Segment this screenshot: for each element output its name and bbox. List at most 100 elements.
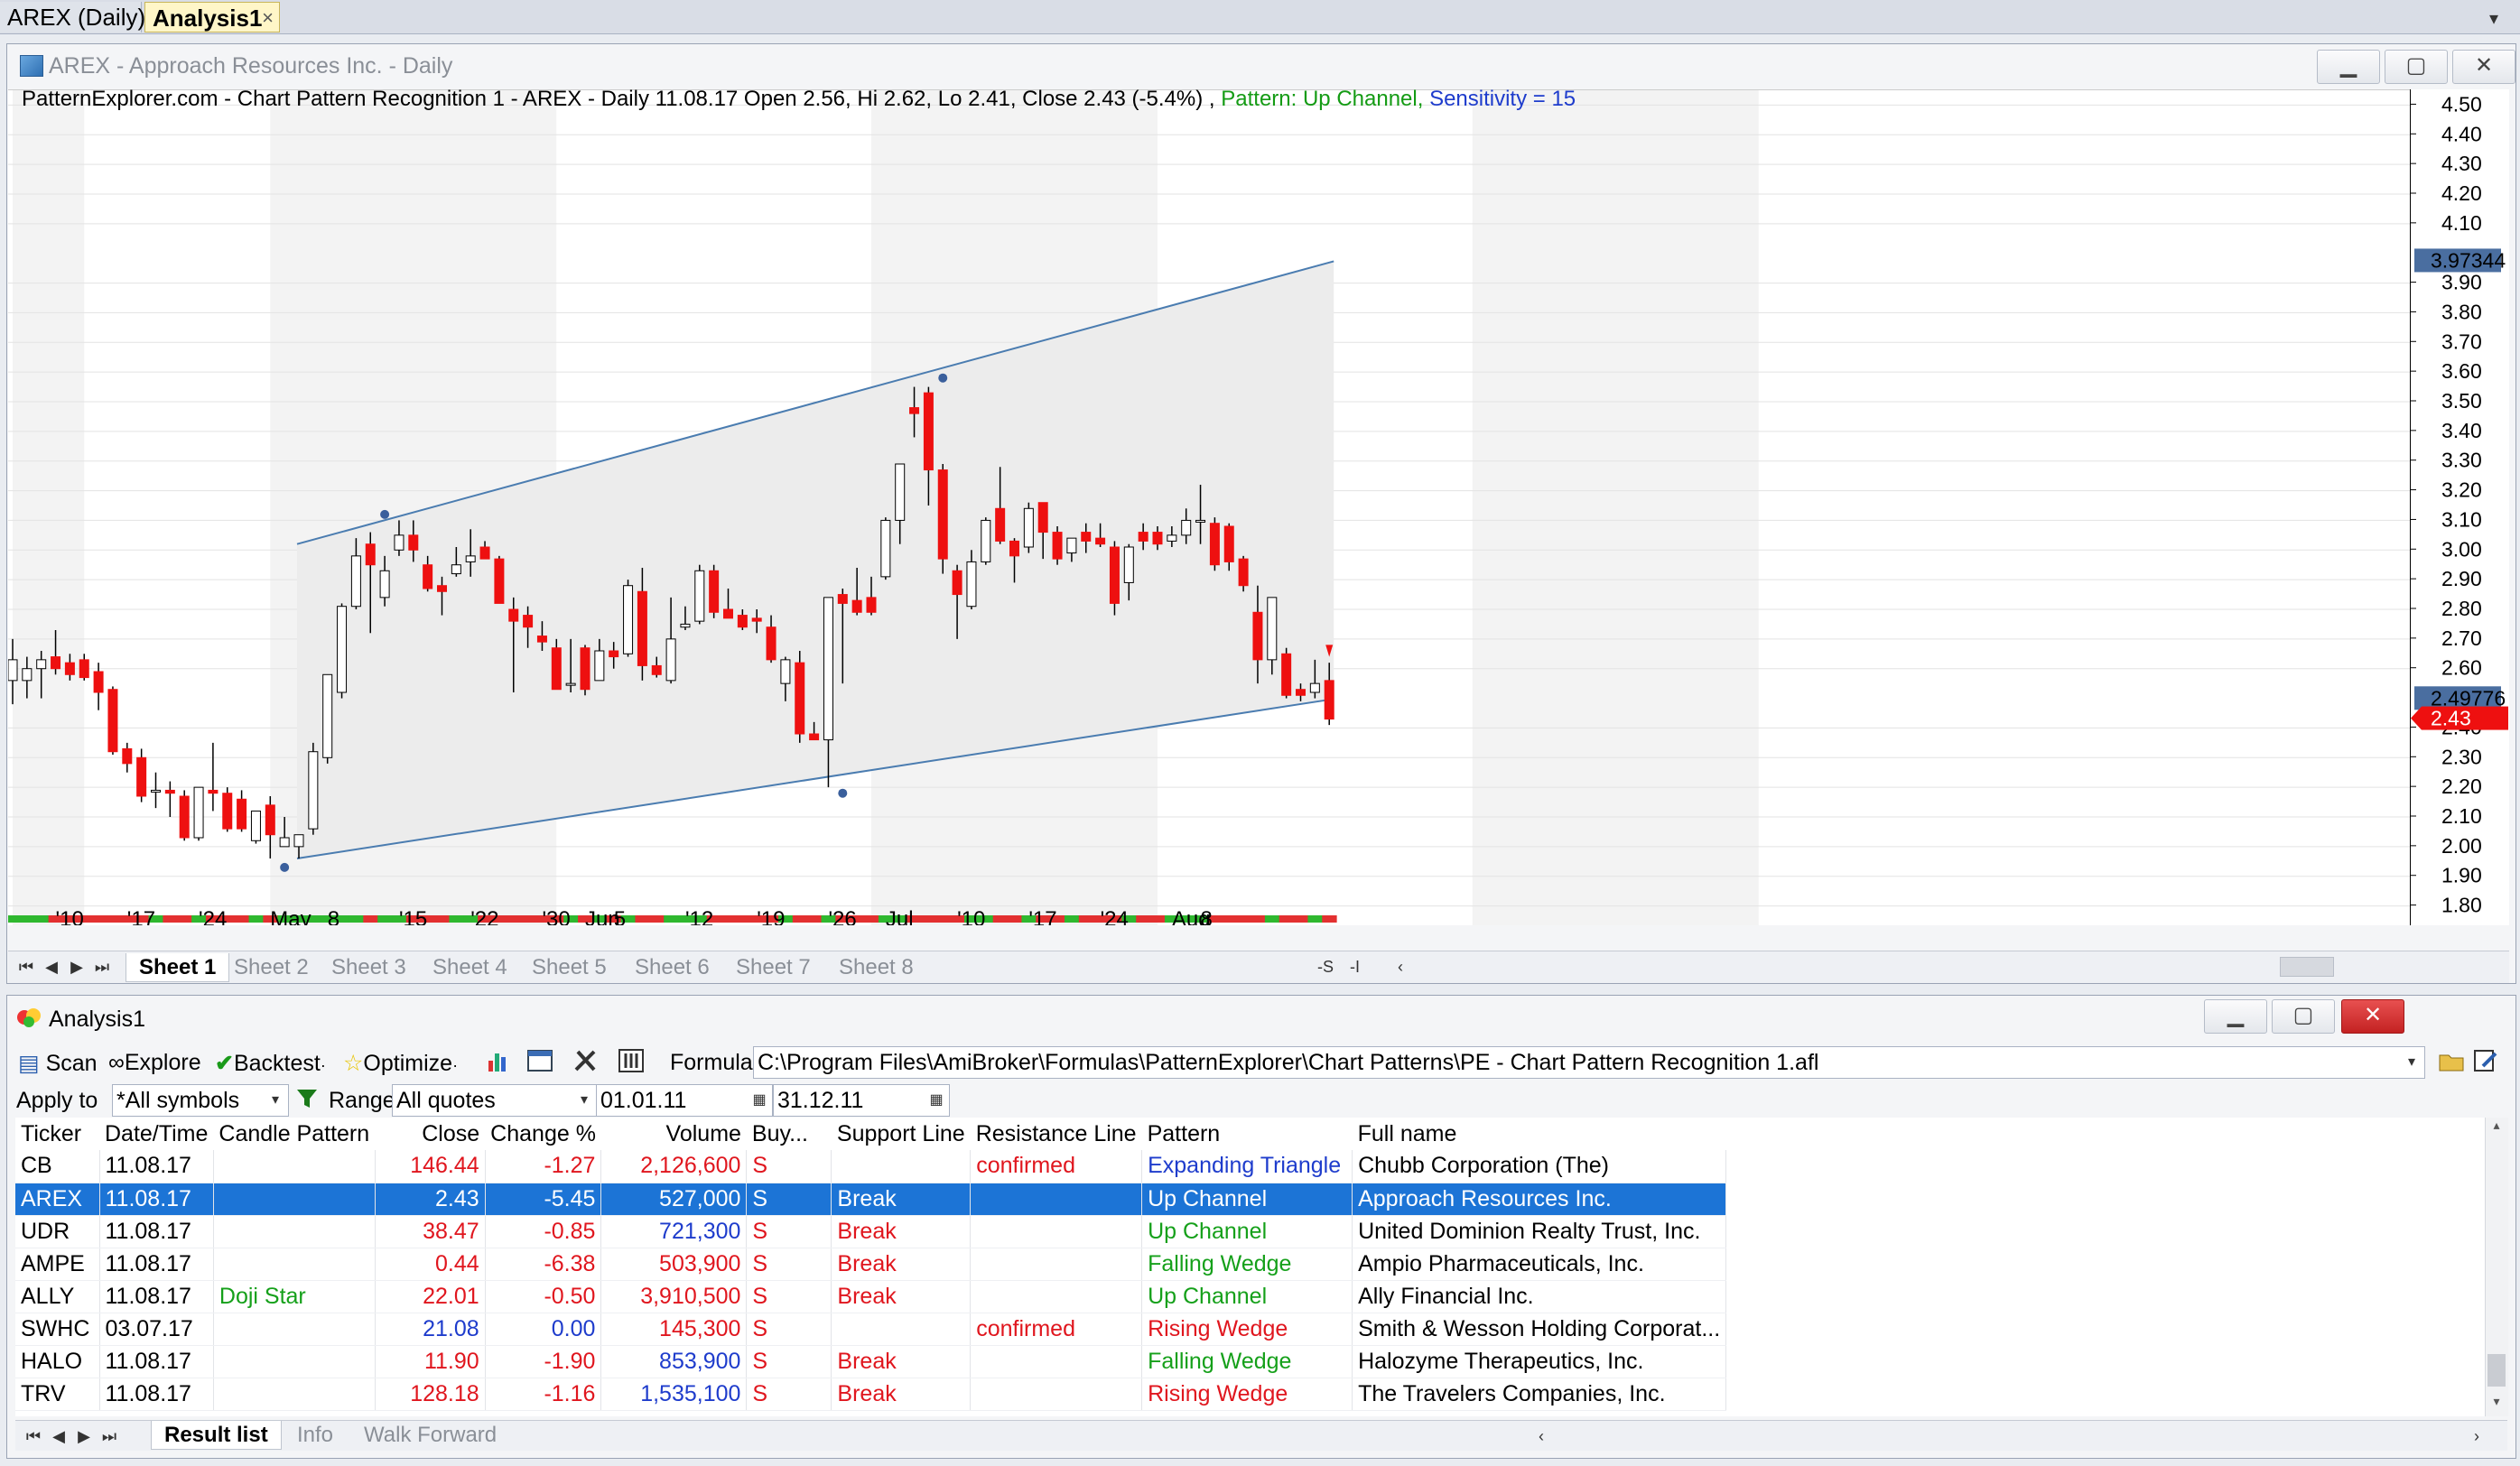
column-header-pattern[interactable]: Pattern xyxy=(1141,1118,1353,1150)
cell-change: -1.90 xyxy=(485,1345,602,1378)
column-header-date[interactable]: Date/Time xyxy=(99,1118,214,1150)
table-row[interactable]: HALO 11.08.17 11.90 -1.90 853,900 S Break Falli… xyxy=(15,1345,1727,1378)
table-row[interactable]: SWHC 03.07.17 21.08 0.00 145,300 Sconfirmed Ri… xyxy=(15,1313,1727,1346)
last-tab-icon[interactable]: ⏭ xyxy=(97,1424,122,1449)
bottom-scroll-right-icon[interactable]: › xyxy=(2464,1424,2489,1449)
filter-icon[interactable] xyxy=(294,1086,320,1118)
column-header-buy[interactable]: Buy... xyxy=(746,1118,832,1150)
column-header-candle[interactable]: Candle Pattern xyxy=(213,1118,376,1150)
candle-body xyxy=(365,543,376,566)
chart-info-pattern: Pattern: Up Channel, xyxy=(1221,87,1424,111)
results-table[interactable]: Ticker Date/Time Candle Pattern Close Change… xyxy=(15,1118,2498,1416)
tab-chart-arex[interactable]: AREX (Daily) xyxy=(0,2,145,32)
results-vertical-scrollbar[interactable]: ▴ ▾ xyxy=(2485,1118,2508,1416)
tab-walk-forward[interactable]: Walk Forward xyxy=(351,1421,509,1450)
settings-tools-icon[interactable] xyxy=(572,1048,600,1080)
result-list-grid[interactable]: Ticker Date/Time Candle Pattern Close Change… xyxy=(15,1118,1727,1411)
sheet-tab-5[interactable]: Sheet 5 xyxy=(519,953,619,982)
table-row[interactable]: TRV 11.08.17 128.18 -1.16 1,535,100 S Break Ris… xyxy=(15,1378,1727,1411)
next-tab-icon[interactable]: ▶ xyxy=(71,1424,97,1449)
table-row[interactable]: ALLY 11.08.17 Doji Star 22.01 -0.50 3,910,500… xyxy=(15,1280,1727,1313)
table-row[interactable]: AREX 11.08.17 2.43 -5.45 527,000 S Break Up Cha… xyxy=(15,1183,1727,1216)
price-chart-svg[interactable]: '10'17'24 May 8'15'22'30 Jun5'12'19'26 Jul '1… xyxy=(8,90,2410,925)
from-date-field[interactable]: 01.01.11 ▦ xyxy=(596,1084,773,1117)
scroll-down-icon[interactable]: ▾ xyxy=(2487,1394,2506,1414)
column-header-name[interactable]: Full name xyxy=(1352,1118,1726,1150)
analysis-maximize-button[interactable]: ▢ xyxy=(2272,999,2335,1034)
horizontal-scroll-thumb[interactable] xyxy=(2280,957,2334,977)
prev-tab-icon[interactable]: ◀ xyxy=(46,1424,71,1449)
trend-strip-segment xyxy=(1293,915,1308,923)
edit-formula-icon[interactable] xyxy=(2472,1048,2499,1080)
analysis-window-title: Analysis1 xyxy=(49,1007,145,1032)
column-header-close[interactable]: Close xyxy=(375,1118,486,1150)
range-select[interactable]: All quotes ▾ xyxy=(392,1084,598,1117)
cell-buy: S xyxy=(746,1345,832,1378)
date-tick-label: Jul xyxy=(886,907,914,925)
column-header-ticker[interactable]: Ticker xyxy=(15,1118,99,1150)
report-chart-icon[interactable] xyxy=(486,1048,511,1080)
next-sheet-icon[interactable]: ▶ xyxy=(64,954,89,979)
sheet-tab-6[interactable]: Sheet 6 xyxy=(622,953,722,982)
table-row[interactable]: CB 11.08.17 146.44 -1.27 2,126,600 Sconfirmed… xyxy=(15,1150,1727,1183)
table-row[interactable]: AMPE 11.08.17 0.44 -6.38 503,900 S Break Fallin… xyxy=(15,1248,1727,1281)
column-header-volume[interactable]: Volume xyxy=(600,1118,747,1150)
sheet-tab-2[interactable]: Sheet 2 xyxy=(221,953,321,982)
optimize-button[interactable]: ☆Optimize· xyxy=(343,1050,458,1077)
open-formula-icon[interactable] xyxy=(2438,1048,2465,1080)
prev-sheet-icon[interactable]: ◀ xyxy=(39,954,64,979)
sheet-tab-3[interactable]: Sheet 3 xyxy=(319,953,419,982)
scroll-left-icon[interactable]: ‹ xyxy=(1388,954,1413,979)
tab-analysis1[interactable]: Analysis1 × xyxy=(144,2,280,32)
column-header-resistance[interactable]: Resistance Line xyxy=(970,1118,1142,1150)
minimize-button[interactable]: ▁ xyxy=(2317,50,2380,84)
column-header-support[interactable]: Support Line xyxy=(831,1118,971,1150)
explore-button[interactable]: ∞Explore xyxy=(108,1050,201,1076)
to-date-field[interactable]: 31.12.11 ▦ xyxy=(773,1084,950,1117)
close-button[interactable]: ✕ xyxy=(2452,50,2515,84)
parameters-icon[interactable] xyxy=(618,1048,645,1080)
range-dropdown-icon[interactable]: ▾ xyxy=(573,1087,595,1114)
tab-result-list[interactable]: Result list xyxy=(151,1421,282,1450)
first-tab-icon[interactable]: ⏮ xyxy=(21,1424,46,1449)
optimize-dropdown-icon[interactable]: · xyxy=(452,1056,458,1074)
tab-info[interactable]: Info xyxy=(284,1421,346,1450)
formula-dropdown-icon[interactable]: ▾ xyxy=(2401,1049,2422,1076)
from-date-calendar-icon[interactable]: ▦ xyxy=(749,1087,770,1114)
sheet-extra-i[interactable]: -I xyxy=(1350,954,1360,979)
trend-strip-segment xyxy=(363,915,378,923)
last-sheet-icon[interactable]: ⏭ xyxy=(89,954,115,979)
sheet-tab-7[interactable]: Sheet 7 xyxy=(723,953,823,982)
table-row[interactable]: UDR 11.08.17 38.47 -0.85 721,300 S Break Up Cha… xyxy=(15,1215,1727,1248)
price-axis: 4.50 4.40 4.30 4.20 4.10 3.90 3.80 3.70 3.60 3.50… xyxy=(2410,89,2509,925)
scroll-up-icon[interactable]: ▴ xyxy=(2487,1118,2506,1137)
candle-body xyxy=(723,608,733,619)
trend-strip-segment xyxy=(163,915,178,923)
cell-volume: 721,300 xyxy=(600,1215,748,1248)
scan-button[interactable]: ▤ Scan xyxy=(18,1050,98,1077)
sheet-tab-8[interactable]: Sheet 8 xyxy=(826,953,926,982)
apply-to-dropdown-icon[interactable]: ▾ xyxy=(265,1087,286,1114)
backtest-button[interactable]: ✔Backtest· xyxy=(215,1050,326,1077)
first-sheet-icon[interactable]: ⏮ xyxy=(14,954,39,979)
price-tick-label: 2.30 xyxy=(2441,745,2482,768)
bottom-scroll-left-icon[interactable]: ‹ xyxy=(1529,1424,1554,1449)
cell-ticker: HALO xyxy=(15,1345,100,1378)
layout-icon[interactable] xyxy=(526,1048,553,1080)
analysis-minimize-button[interactable]: ▁ xyxy=(2204,999,2267,1034)
sheet-tab-1[interactable]: Sheet 1 xyxy=(126,953,230,982)
close-tab-icon[interactable]: × xyxy=(262,3,274,33)
analysis-close-button[interactable]: ✕ xyxy=(2341,999,2404,1034)
sheet-tab-4[interactable]: Sheet 4 xyxy=(420,953,520,982)
apply-to-select[interactable]: *All symbols ▾ xyxy=(112,1084,289,1117)
backtest-dropdown-icon[interactable]: · xyxy=(321,1056,326,1074)
price-chart-plot[interactable]: '10'17'24 May 8'15'22'30 Jun 5'12'19'26 Jul '1… xyxy=(8,89,2410,925)
sheet-extra-s[interactable]: -S xyxy=(1317,954,1334,979)
tab-list-chevron-icon[interactable]: ▾ xyxy=(2489,7,2498,30)
results-scroll-thumb[interactable] xyxy=(2487,1354,2506,1387)
maximize-button[interactable]: ▢ xyxy=(2385,50,2448,84)
cell-candle xyxy=(213,1248,376,1281)
column-header-change[interactable]: Change % xyxy=(485,1118,601,1150)
formula-path-field[interactable]: C:\Program Files\AmiBroker\Formulas\Patt… xyxy=(753,1046,2425,1079)
to-date-calendar-icon[interactable]: ▦ xyxy=(925,1087,947,1114)
